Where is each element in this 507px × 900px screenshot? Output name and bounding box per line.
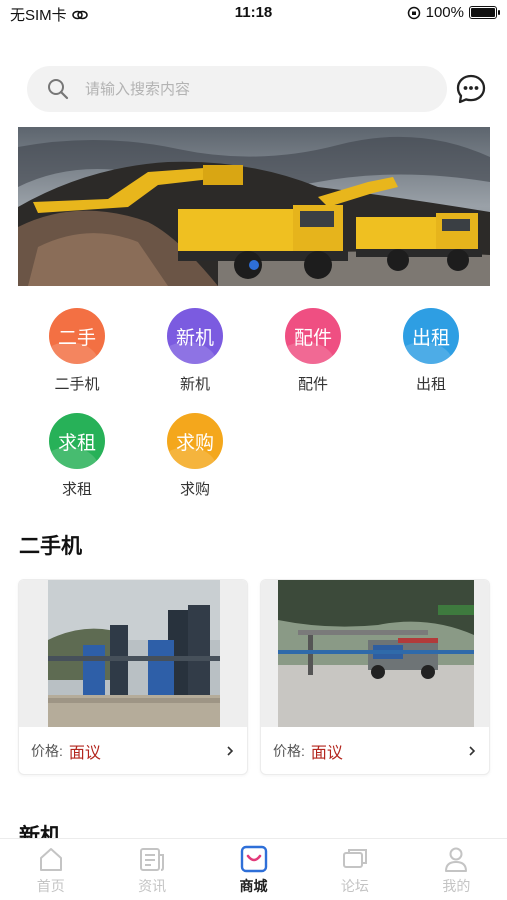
message-icon[interactable] — [455, 73, 487, 105]
category-item[interactable]: 新机 新机 — [136, 308, 254, 400]
search-bar[interactable] — [27, 66, 447, 112]
listing-card[interactable]: 价格: 面议 — [260, 579, 490, 775]
category-item[interactable]: 求购 求购 — [136, 413, 254, 505]
category-icon-text: 求租 — [57, 432, 96, 454]
category-label: 出租 — [415, 376, 446, 393]
section-title-used: 二手机 — [19, 535, 82, 558]
category-item[interactable]: 出租 出租 — [372, 308, 490, 400]
category-icon: 求购 — [167, 413, 223, 469]
banner-carousel[interactable] — [18, 127, 490, 286]
category-item[interactable]: 二手 二手机 — [18, 308, 136, 400]
tab-mall[interactable]: 商城 — [203, 839, 304, 900]
price-value: 面议 — [310, 745, 343, 762]
listing-footer: 价格: 面议 — [261, 727, 489, 774]
listing-cards: 价格: 面议 价格: 面议 — [18, 579, 490, 775]
banner-image — [18, 127, 490, 286]
home-icon — [39, 848, 62, 871]
price-value: 面议 — [68, 745, 101, 762]
category-item[interactable]: 求租 求租 — [18, 413, 136, 505]
category-icon-text: 求购 — [175, 432, 214, 454]
tab-forum[interactable]: 论坛 — [304, 839, 405, 900]
tab-label: 论坛 — [340, 878, 369, 894]
battery-fill — [471, 8, 495, 17]
news-icon — [140, 848, 165, 871]
profile-icon — [445, 847, 468, 872]
category-icon-text: 配件 — [293, 327, 332, 349]
listing-footer: 价格: 面议 — [19, 727, 247, 774]
tab-bar: 首页 资讯 商城 论坛 我的 — [0, 838, 507, 900]
category-label: 求租 — [61, 481, 92, 498]
category-label: 求购 — [179, 481, 210, 498]
search-input[interactable] — [85, 80, 405, 98]
listing-card[interactable]: 价格: 面议 — [18, 579, 248, 775]
tab-label: 商城 — [239, 878, 268, 894]
tab-label: 我的 — [442, 878, 471, 894]
status-bar: 无SIM卡 11:18 100% — [0, 0, 507, 28]
category-icon-text: 出租 — [411, 327, 450, 349]
chevron-right-icon — [227, 746, 234, 756]
category-icon: 求租 — [49, 413, 105, 469]
price-label: 价格: — [273, 743, 305, 759]
category-label: 新机 — [179, 376, 210, 393]
tab-news[interactable]: 资讯 — [101, 839, 202, 900]
category-icon-text: 新机 — [175, 327, 214, 349]
mall-icon — [240, 845, 267, 873]
chevron-right-icon — [469, 746, 476, 756]
search-icon — [48, 79, 69, 100]
category-icon-text: 二手 — [57, 327, 96, 349]
tab-profile[interactable]: 我的 — [406, 839, 507, 900]
category-label: 配件 — [297, 376, 328, 393]
listing-image — [261, 580, 489, 727]
category-label: 二手机 — [54, 376, 100, 393]
system-status: 100% — [407, 4, 500, 21]
price-label: 价格: — [31, 743, 63, 759]
forum-icon — [342, 849, 367, 868]
orientation-lock-icon — [407, 6, 420, 19]
tab-label: 资讯 — [138, 878, 167, 894]
category-item[interactable]: 配件 配件 — [254, 308, 372, 400]
category-grid: 二手 二手机 新机 新机 配件 配件 出租 出租 求租 求租 求购 求购 — [18, 308, 490, 505]
category-icon: 二手 — [49, 308, 105, 364]
battery-percent: 100% — [425, 4, 464, 21]
category-icon: 新机 — [167, 308, 223, 364]
battery-icon — [469, 6, 500, 19]
tab-label: 首页 — [36, 878, 65, 894]
category-icon: 配件 — [285, 308, 341, 364]
listing-image — [19, 580, 247, 727]
category-icon: 出租 — [403, 308, 459, 364]
tab-home[interactable]: 首页 — [0, 839, 101, 900]
